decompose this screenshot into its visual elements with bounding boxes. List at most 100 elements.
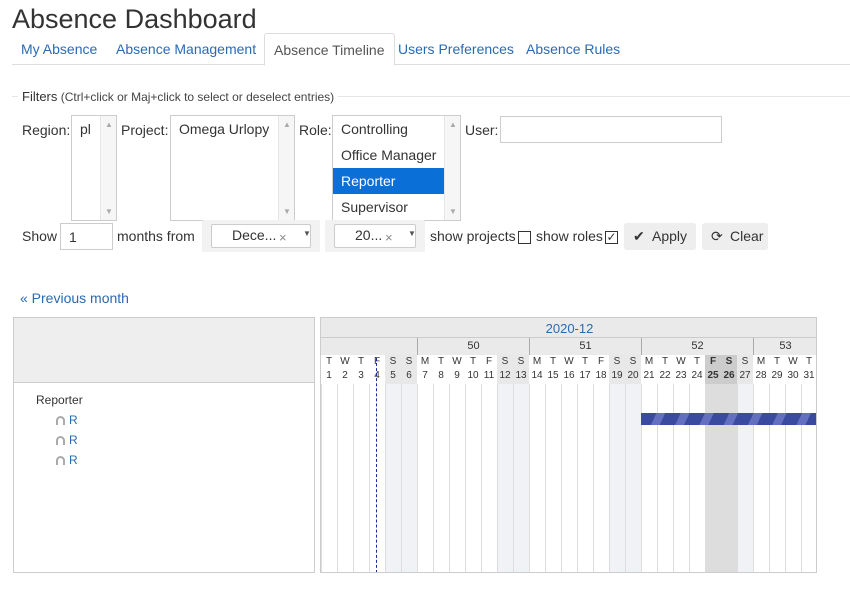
day-column [545,355,561,572]
user-name[interactable]: R [69,413,78,427]
previous-month-link[interactable]: « Previous month [20,290,129,306]
month-select[interactable]: Dece... × ▼ [202,220,320,252]
day-label: M7 [417,355,433,384]
clear-year-icon[interactable]: × [385,230,393,245]
day-column [401,355,417,572]
timeline-grid: 2020-12 50 51 52 53 T 1 W 2 T 3 F 4 S 5 S 6 M 7 T 8 W 9 T 10 F 11… [320,317,817,573]
week-header: 53 [753,338,816,355]
day-column [689,355,705,572]
user-name[interactable]: R [69,453,78,467]
user-input[interactable] [500,116,722,143]
day-column [785,355,801,572]
absence-bar[interactable] [641,413,816,425]
day-label: F 18 [593,355,609,384]
month-select-value[interactable]: Dece... [211,224,311,248]
day-column [497,355,513,572]
tab-absence-rules[interactable]: Absence Rules [517,33,629,65]
day-label: W 16 [561,355,577,384]
day-column [625,355,641,572]
scroll-up-icon: ▲ [449,120,457,129]
today-marker [376,358,377,572]
day-label: S 12 [497,355,513,384]
tab-absence-management[interactable]: Absence Management [107,33,265,65]
day-label: T 17 [577,355,593,384]
day-label: W2 [337,355,353,384]
apply-label: Apply [652,228,688,244]
day-column [721,355,737,572]
day-label: S 13 [513,355,529,384]
day-column [433,355,449,572]
day-label: S 19 [609,355,625,384]
tab-my-absence[interactable]: My Absence [12,33,106,65]
user-row[interactable]: R [56,433,78,447]
scroll-down-icon: ▼ [449,207,457,216]
day-column [513,355,529,572]
day-column [529,355,545,572]
checkmark-icon: ✔ [633,228,645,244]
refresh-icon: ⟳ [711,228,723,244]
clear-month-icon[interactable]: × [279,230,287,245]
year-select-value[interactable]: 20... [334,224,416,248]
day-column [753,355,769,572]
region-label: Region: [22,122,71,138]
show-projects-label: show projects [430,228,516,244]
show-roles-checkbox[interactable]: ✓ [605,231,618,244]
day-column [705,355,721,572]
day-label: T 24 [689,355,705,384]
tab-absence-timeline[interactable]: Absence Timeline [264,33,395,66]
day-column [673,355,689,572]
clear-label: Clear [730,228,764,244]
day-label: T 22 [657,355,673,384]
user-label: User: [465,122,499,138]
apply-button[interactable]: ✔ Apply [624,223,696,250]
clear-button[interactable]: ⟳ Clear [702,223,768,250]
day-label: S 26 [721,355,737,384]
filters-title: Filters [22,89,58,104]
day-column [465,355,481,572]
day-column [321,355,337,572]
project-listbox[interactable]: Omega Urlopy ▲ ▼ [170,115,295,221]
user-row[interactable]: R [56,413,78,427]
day-column [353,355,369,572]
scroll-up-icon: ▲ [105,120,113,129]
day-column [593,355,609,572]
page-title: Absence Dashboard [12,4,257,34]
day-column [385,355,401,572]
role-option-supervisor[interactable]: Supervisor [333,194,460,220]
day-label: T1 [321,355,337,384]
show-roles-label: show roles [536,228,603,244]
day-column [801,355,816,572]
scroll-up-icon: ▲ [283,120,291,129]
day-column [657,355,673,572]
user-avatar-icon [56,456,65,465]
project-scrollbar[interactable]: ▲ ▼ [278,116,294,220]
user-name[interactable]: R [69,433,78,447]
role-group-label: Reporter [36,393,83,407]
chevron-down-icon: ▼ [408,229,416,238]
day-column [481,355,497,572]
tab-users-preferences[interactable]: Users Preferences [389,33,523,65]
year-select[interactable]: 20... × ▼ [325,220,425,252]
day-column [769,355,785,572]
resource-panel-header [14,318,314,383]
role-option-office-manager[interactable]: Office Manager [333,142,460,168]
project-option[interactable]: Omega Urlopy [171,116,294,142]
months-count-input[interactable] [60,223,113,250]
region-listbox[interactable]: pl ▲ ▼ [71,115,117,221]
role-option-reporter[interactable]: Reporter [333,168,460,194]
project-label: Project: [121,122,169,138]
user-row[interactable]: R [56,453,78,467]
region-scrollbar[interactable]: ▲ ▼ [100,116,116,220]
scroll-down-icon: ▼ [283,207,291,216]
show-projects-checkbox[interactable] [518,231,531,244]
role-option-controlling[interactable]: Controlling [333,116,460,142]
day-column [337,355,353,572]
day-column [641,355,657,572]
day-label: F 11 [481,355,497,384]
day-label: F 25 [705,355,721,384]
day-column [577,355,593,572]
day-label: S 27 [737,355,753,384]
day-label: T 15 [545,355,561,384]
role-listbox[interactable]: Controlling Office Manager Reporter Supe… [332,115,461,221]
role-scrollbar[interactable]: ▲ ▼ [444,116,460,220]
